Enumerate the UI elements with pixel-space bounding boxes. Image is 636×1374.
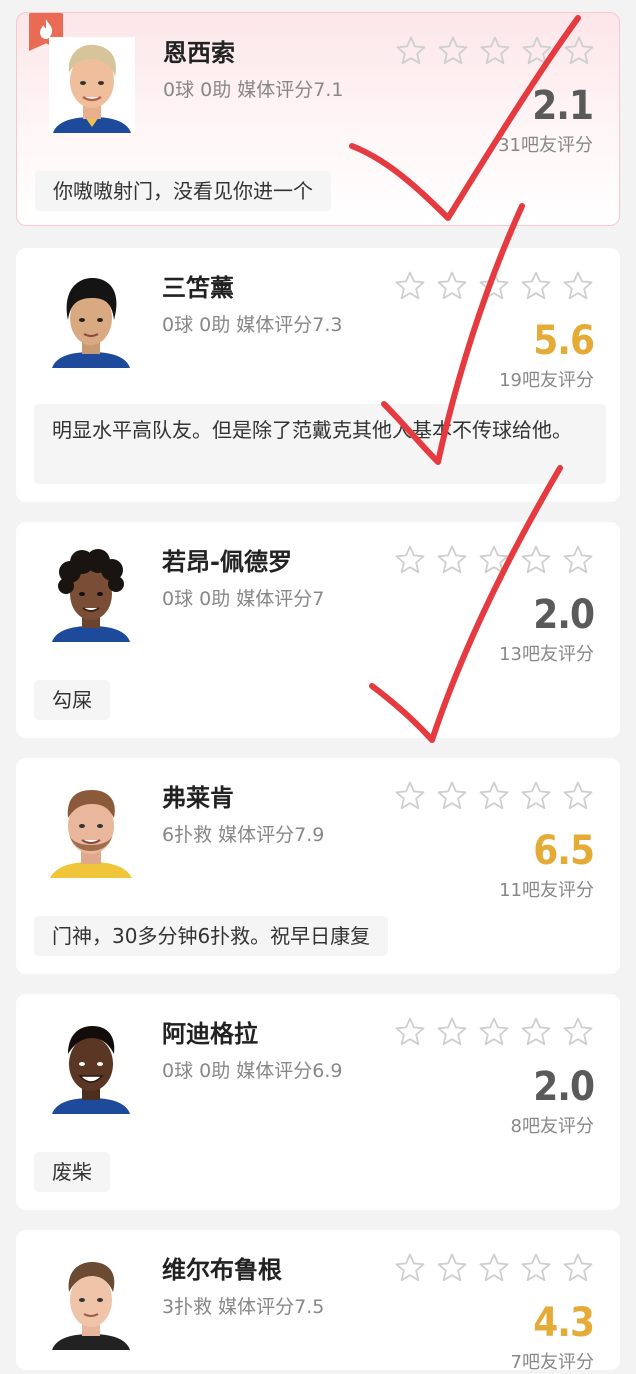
star-outline-icon[interactable] (395, 35, 427, 67)
top-comment[interactable]: 废柴 (34, 1152, 110, 1192)
rater-count: 11吧友评分 (499, 880, 594, 901)
rating-stars[interactable] (395, 35, 595, 67)
star-outline-icon[interactable] (436, 1252, 468, 1284)
rating-stars[interactable] (394, 1016, 594, 1048)
star-outline-icon[interactable] (436, 270, 468, 302)
star-outline-icon[interactable] (394, 1016, 426, 1048)
star-outline-icon[interactable] (562, 1252, 594, 1284)
star-outline-icon[interactable] (437, 35, 469, 67)
average-score: 2.1 (532, 83, 594, 129)
rater-count: 8吧友评分 (510, 1116, 594, 1137)
player-card[interactable]: 弗莱肯 6扑救 媒体评分7.9 6.5 11吧友评分 门神，30多分钟6扑救。祝… (16, 758, 620, 974)
star-outline-icon[interactable] (562, 1016, 594, 1048)
star-outline-icon[interactable] (394, 544, 426, 576)
star-outline-icon[interactable] (436, 780, 468, 812)
avatar[interactable] (48, 1254, 134, 1350)
star-outline-icon[interactable] (521, 35, 553, 67)
avatar[interactable] (49, 37, 135, 133)
player-name: 恩西索 (163, 39, 235, 67)
player-card[interactable]: 若昂-佩德罗 0球 0助 媒体评分7 2.0 13吧友评分 勾屎 (16, 522, 620, 738)
avatar[interactable] (48, 272, 134, 368)
player-name: 维尔布鲁根 (162, 1256, 282, 1284)
star-outline-icon[interactable] (436, 1016, 468, 1048)
star-outline-icon[interactable] (479, 35, 511, 67)
player-stats: 3扑救 媒体评分7.5 (162, 1296, 325, 1318)
player-card[interactable]: 恩西索 0球 0助 媒体评分7.1 2.1 31吧友评分 你嗷嗷射门，没看见你进… (16, 12, 620, 226)
star-outline-icon[interactable] (394, 780, 426, 812)
average-score: 4.3 (533, 1300, 595, 1346)
avatar[interactable] (48, 546, 134, 642)
star-outline-icon[interactable] (478, 780, 510, 812)
player-stats: 6扑救 媒体评分7.9 (162, 824, 325, 846)
star-outline-icon[interactable] (394, 1252, 426, 1284)
star-outline-icon[interactable] (520, 1016, 552, 1048)
player-card[interactable]: 维尔布鲁根 3扑救 媒体评分7.5 4.3 7吧友评分 (16, 1230, 620, 1373)
top-comment[interactable]: 你嗷嗷射门，没看见你进一个 (35, 171, 331, 211)
avatar[interactable] (48, 1018, 134, 1114)
player-name: 阿迪格拉 (162, 1020, 258, 1048)
star-outline-icon[interactable] (478, 544, 510, 576)
rater-count: 13吧友评分 (499, 644, 594, 665)
rater-count: 7吧友评分 (510, 1352, 594, 1373)
player-card[interactable]: 三笘薰 0球 0助 媒体评分7.3 5.6 19吧友评分 明显水平高队友。但是除… (16, 248, 620, 502)
star-outline-icon[interactable] (520, 1252, 552, 1284)
star-outline-icon[interactable] (478, 1016, 510, 1048)
star-outline-icon[interactable] (478, 1252, 510, 1284)
rater-count: 19吧友评分 (499, 370, 594, 391)
player-name: 若昂-佩德罗 (162, 548, 292, 576)
star-outline-icon[interactable] (520, 270, 552, 302)
rating-stars[interactable] (394, 544, 594, 576)
player-name: 三笘薰 (162, 274, 234, 302)
avatar[interactable] (48, 782, 134, 878)
star-outline-icon[interactable] (394, 270, 426, 302)
player-stats: 0球 0助 媒体评分7 (162, 588, 325, 610)
star-outline-icon[interactable] (563, 35, 595, 67)
player-stats: 0球 0助 媒体评分7.1 (163, 79, 344, 101)
rating-stars[interactable] (394, 1252, 594, 1284)
average-score: 2.0 (533, 592, 595, 638)
rating-stars[interactable] (394, 780, 594, 812)
average-score: 5.6 (533, 318, 595, 364)
player-stats: 0球 0助 媒体评分6.9 (162, 1060, 343, 1082)
star-outline-icon[interactable] (520, 544, 552, 576)
star-outline-icon[interactable] (562, 544, 594, 576)
player-name: 弗莱肯 (162, 784, 234, 812)
player-card[interactable]: 阿迪格拉 0球 0助 媒体评分6.9 2.0 8吧友评分 废柴 (16, 994, 620, 1210)
average-score: 2.0 (533, 1064, 595, 1110)
top-comment[interactable]: 门神，30多分钟6扑救。祝早日康复 (34, 916, 389, 956)
rater-count: 31吧友评分 (498, 135, 593, 156)
top-comment[interactable]: 明显水平高队友。但是除了范戴克其他人基本不传球给他。 (34, 404, 606, 484)
rating-stars[interactable] (394, 270, 594, 302)
star-outline-icon[interactable] (520, 780, 552, 812)
star-outline-icon[interactable] (562, 780, 594, 812)
star-outline-icon[interactable] (562, 270, 594, 302)
star-outline-icon[interactable] (436, 544, 468, 576)
top-comment[interactable]: 勾屎 (34, 680, 110, 720)
average-score: 6.5 (533, 828, 595, 874)
star-outline-icon[interactable] (478, 270, 510, 302)
player-stats: 0球 0助 媒体评分7.3 (162, 314, 343, 336)
